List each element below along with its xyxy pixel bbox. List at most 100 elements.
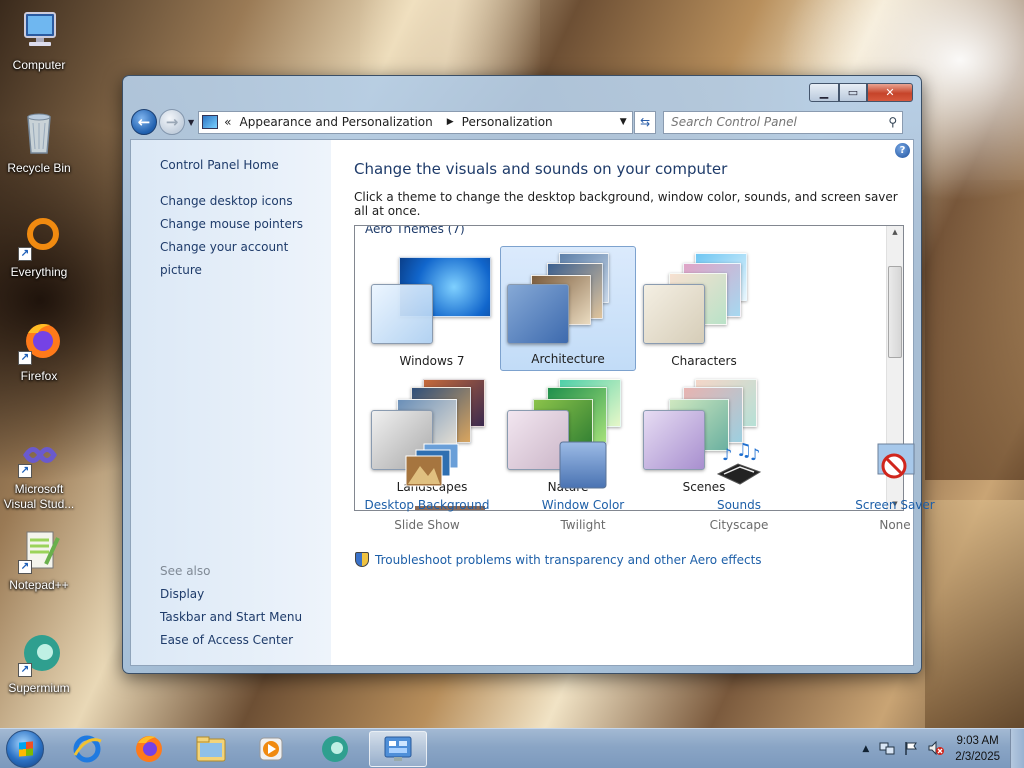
desktop-icon-firefox[interactable]: ↗ Firefox: [2, 319, 76, 383]
desktop-background-link[interactable]: Desktop Background: [349, 495, 505, 515]
desktop-icon-label: Microsoft Visual Stud...: [3, 482, 75, 511]
clock-date: 2/3/2025: [955, 751, 1000, 763]
supermium-icon: ↗: [16, 631, 62, 677]
theme-thumbnail: [365, 249, 501, 349]
breadcrumb-separator-icon[interactable]: ▶: [447, 117, 454, 127]
theme-thumbnail: [637, 249, 773, 349]
shield-icon: [355, 552, 369, 567]
search-box[interactable]: ⚲: [663, 110, 904, 134]
desktop-icon-label: Notepad++: [9, 578, 69, 592]
desktop-icon-computer[interactable]: Computer: [2, 8, 76, 72]
taskbar-control-panel[interactable]: [369, 731, 427, 767]
start-button[interactable]: [6, 730, 44, 768]
back-button[interactable]: ←: [131, 109, 157, 135]
caption-buttons: ▁ ▭ ✕: [809, 83, 913, 102]
supermium-icon: [322, 736, 348, 762]
left-task-pane: Control Panel Home Change desktop icons …: [131, 140, 331, 665]
breadcrumb-personalization[interactable]: Personalization: [462, 115, 553, 129]
screen-saver-link[interactable]: Screen Saver: [817, 495, 973, 515]
network-icon[interactable]: [879, 740, 895, 759]
screen-saver-item[interactable]: Screen Saver None: [817, 440, 973, 535]
sounds-item[interactable]: ♪ ♫ ♪ Sounds Cityscape: [661, 440, 817, 535]
visual-studio-icon: ↗: [16, 432, 62, 478]
change-mouse-pointers-link[interactable]: Change mouse pointers: [160, 213, 331, 236]
volume-muted-icon[interactable]: [927, 740, 945, 759]
taskbar-internet-explorer[interactable]: [60, 731, 114, 767]
desktop-icon-everything[interactable]: ↗ Everything: [2, 215, 76, 279]
desktop-background-item[interactable]: Desktop Background Slide Show: [349, 440, 505, 535]
desktop-icon-supermium[interactable]: ↗ Supermium: [2, 631, 76, 695]
back-arrow-icon: ←: [137, 113, 151, 131]
recent-pages-dropdown[interactable]: ▼: [188, 118, 194, 127]
breadcrumb-overflow[interactable]: «: [224, 115, 231, 129]
minimize-button[interactable]: ▁: [809, 83, 839, 102]
theme-label: Windows 7: [399, 354, 465, 368]
desktop-icon-label: Supermium: [8, 681, 70, 695]
forward-button[interactable]: →: [159, 109, 185, 135]
computer-icon: [16, 8, 62, 54]
everything-icon: ↗: [16, 215, 62, 261]
sounds-value: Cityscape: [709, 518, 769, 532]
shortcut-arrow-icon: ↗: [18, 464, 32, 478]
display-link[interactable]: Display: [160, 583, 302, 606]
taskbar-explorer[interactable]: [184, 731, 238, 767]
scroll-up-icon[interactable]: ▲: [887, 228, 903, 236]
show-hidden-icons-icon[interactable]: ▲: [862, 744, 869, 754]
taskbar: ▲ 9:03 AM 2/3/2025: [0, 728, 1024, 768]
theme-architecture[interactable]: Architecture: [500, 246, 636, 371]
desktop-icon-label: Recycle Bin: [7, 161, 71, 175]
theme-settings-row: Desktop Background Slide Show Window Col…: [349, 440, 973, 535]
sounds-link[interactable]: Sounds: [661, 495, 817, 515]
scrollbar-thumb[interactable]: [888, 266, 902, 358]
aero-themes-group-header[interactable]: Aero Themes (7): [365, 226, 465, 236]
firefox-icon: [136, 736, 162, 762]
help-icon[interactable]: ?: [895, 143, 910, 158]
address-bar[interactable]: « Appearance and Personalization ▶ Perso…: [198, 110, 634, 134]
taskbar-start-menu-link[interactable]: Taskbar and Start Menu: [160, 606, 302, 629]
internet-explorer-icon: [73, 735, 102, 763]
search-input[interactable]: [671, 115, 877, 129]
desktop-icon-visual-studio[interactable]: ↗ Microsoft Visual Stud...: [2, 432, 76, 512]
search-icon[interactable]: ⚲: [888, 115, 897, 129]
theme-windows-7[interactable]: Windows 7: [364, 248, 500, 373]
clock-time: 9:03 AM: [956, 735, 999, 747]
change-account-picture-link[interactable]: Change your account picture: [160, 236, 331, 282]
system-clock[interactable]: 9:03 AM 2/3/2025: [955, 733, 1000, 765]
control-panel-home-link[interactable]: Control Panel Home: [160, 154, 331, 177]
desktop-icon-label: Everything: [10, 265, 68, 279]
see-also-header: See also: [160, 564, 211, 578]
address-dropdown-icon[interactable]: ▼: [614, 117, 632, 127]
shortcut-arrow-icon: ↗: [18, 560, 32, 574]
theme-characters[interactable]: Characters: [636, 248, 772, 373]
close-button[interactable]: ✕: [867, 83, 913, 102]
troubleshoot-text[interactable]: Troubleshoot problems with transparency …: [375, 553, 762, 567]
change-desktop-icons-link[interactable]: Change desktop icons: [160, 190, 331, 213]
maximize-icon: ▭: [847, 86, 859, 99]
troubleshoot-link[interactable]: Troubleshoot problems with transparency …: [355, 552, 762, 567]
desktop-icon-notepadpp[interactable]: ↗ Notepad++: [2, 528, 76, 592]
screen-saver-icon: [870, 440, 920, 490]
firefox-icon: ↗: [16, 319, 62, 365]
action-center-flag-icon[interactable]: [903, 740, 919, 759]
window-color-value: Twilight: [560, 518, 606, 532]
control-panel-icon: [384, 736, 412, 761]
personalization-window: ▁ ▭ ✕ ← → ▼ « Appearance and Personaliza…: [122, 75, 935, 674]
ease-of-access-link[interactable]: Ease of Access Center: [160, 629, 302, 652]
maximize-button[interactable]: ▭: [839, 83, 867, 102]
screen-saver-value: None: [879, 518, 911, 532]
desktop-icon-recycle-bin[interactable]: Recycle Bin: [2, 111, 76, 175]
breadcrumb-appearance[interactable]: Appearance and Personalization: [240, 115, 433, 129]
refresh-button[interactable]: ⇆: [634, 110, 657, 134]
window-color-item[interactable]: Window Color Twilight: [505, 440, 661, 535]
shortcut-arrow-icon: ↗: [18, 247, 32, 261]
window-color-link[interactable]: Window Color: [505, 495, 661, 515]
navigation-bar: ← → ▼ « Appearance and Personalization ▶…: [131, 108, 913, 136]
taskbar-firefox[interactable]: [122, 731, 176, 767]
taskbar-media-player[interactable]: [244, 731, 298, 767]
desktop-icon-label: Firefox: [20, 369, 58, 383]
page-title: Change the visuals and sounds on your co…: [354, 160, 728, 178]
taskbar-supermium[interactable]: [308, 731, 362, 767]
desktop-icon-label: Computer: [12, 58, 66, 72]
show-desktop-button[interactable]: [1010, 729, 1024, 768]
see-also-section: See also Display Taskbar and Start Menu …: [160, 560, 302, 652]
